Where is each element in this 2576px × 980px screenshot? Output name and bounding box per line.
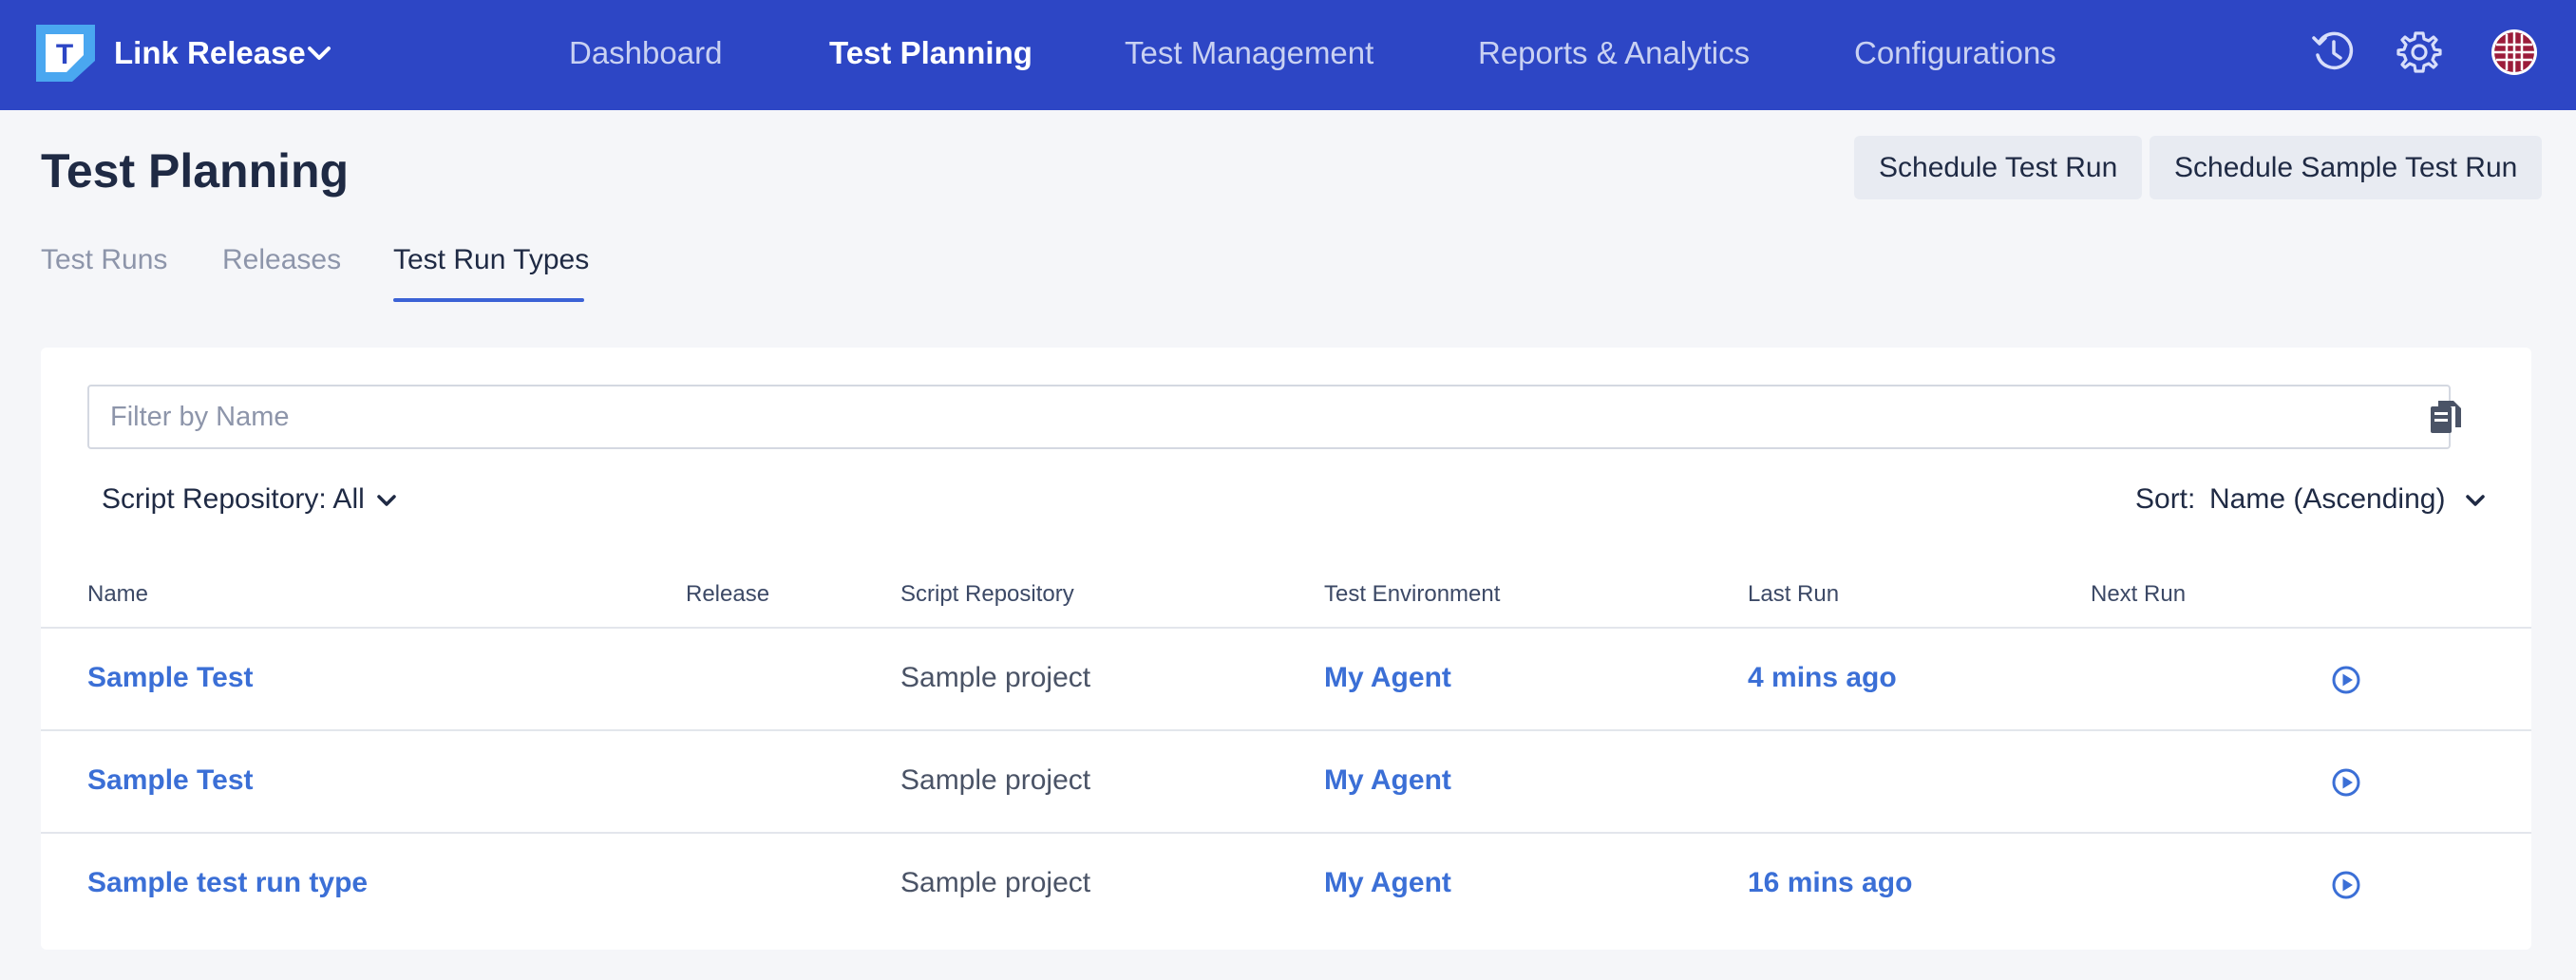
chevron-down-icon[interactable] bbox=[375, 492, 398, 509]
last-run-link[interactable]: 16 mins ago bbox=[1748, 866, 1912, 900]
table-row[interactable]: Sample Test Sample project My Agent 4 mi… bbox=[41, 627, 2531, 729]
test-run-type-name-link[interactable]: Sample Test bbox=[87, 763, 254, 798]
script-repository-cell: Sample project bbox=[900, 867, 1091, 898]
top-nav-bar: T Link Release Dashboard Test Planning T… bbox=[0, 0, 2576, 110]
test-run-types-panel: Script Repository: All Sort: Name (Ascen… bbox=[41, 348, 2531, 950]
app-logo-icon[interactable]: T bbox=[36, 25, 95, 82]
filter-by-name-input[interactable] bbox=[87, 385, 2451, 449]
nav-test-planning[interactable]: Test Planning bbox=[829, 34, 1032, 72]
script-repository-cell: Sample project bbox=[900, 764, 1091, 796]
script-repository-filter[interactable]: Script Repository: All bbox=[102, 482, 365, 517]
history-icon[interactable] bbox=[2310, 28, 2358, 76]
chevron-down-icon[interactable] bbox=[2464, 492, 2487, 509]
run-play-icon[interactable] bbox=[2331, 767, 2361, 798]
tab-test-run-types[interactable]: Test Run Types bbox=[393, 243, 589, 277]
column-header-last-run[interactable]: Last Run bbox=[1748, 580, 1839, 609]
run-play-icon[interactable] bbox=[2331, 870, 2361, 900]
nav-test-management[interactable]: Test Management bbox=[1125, 34, 1373, 72]
test-run-type-name-link[interactable]: Sample test run type bbox=[87, 866, 368, 900]
avatar[interactable] bbox=[2491, 28, 2538, 76]
test-run-type-name-link[interactable]: Sample Test bbox=[87, 661, 254, 695]
last-run-link[interactable]: 4 mins ago bbox=[1748, 661, 1897, 695]
nav-reports-analytics[interactable]: Reports & Analytics bbox=[1478, 34, 1750, 72]
column-header-release[interactable]: Release bbox=[686, 580, 769, 609]
test-environment-link[interactable]: My Agent bbox=[1324, 866, 1451, 900]
sort-dropdown[interactable]: Name (Ascending) bbox=[2209, 482, 2445, 517]
test-environment-link[interactable]: My Agent bbox=[1324, 763, 1451, 798]
copy-icon[interactable] bbox=[2429, 399, 2463, 437]
script-repository-cell: Sample project bbox=[900, 662, 1091, 693]
table-row[interactable]: Sample Test Sample project My Agent bbox=[41, 729, 2531, 832]
nav-dashboard[interactable]: Dashboard bbox=[569, 34, 722, 72]
chevron-down-icon[interactable] bbox=[306, 44, 332, 63]
column-header-name[interactable]: Name bbox=[87, 580, 148, 609]
nav-configurations[interactable]: Configurations bbox=[1854, 34, 2056, 72]
table-row[interactable]: Sample test run type Sample project My A… bbox=[41, 832, 2531, 934]
schedule-test-run-button[interactable]: Schedule Test Run bbox=[1854, 136, 2143, 199]
sort-label: Sort: bbox=[2135, 483, 2196, 515]
tab-releases[interactable]: Releases bbox=[222, 243, 341, 277]
column-header-next-run[interactable]: Next Run bbox=[2091, 580, 2186, 609]
tab-test-runs[interactable]: Test Runs bbox=[41, 243, 167, 277]
test-environment-link[interactable]: My Agent bbox=[1324, 661, 1451, 695]
svg-text:T: T bbox=[56, 39, 73, 70]
active-tab-indicator bbox=[393, 298, 584, 302]
column-header-test-environment[interactable]: Test Environment bbox=[1324, 580, 1500, 609]
page-title: Test Planning bbox=[41, 144, 350, 198]
run-play-icon[interactable] bbox=[2331, 665, 2361, 695]
schedule-sample-test-run-button[interactable]: Schedule Sample Test Run bbox=[2150, 136, 2543, 199]
project-selector-label[interactable]: Link Release bbox=[114, 34, 306, 72]
column-header-script-repository[interactable]: Script Repository bbox=[900, 580, 1074, 609]
gear-icon[interactable] bbox=[2396, 28, 2443, 76]
